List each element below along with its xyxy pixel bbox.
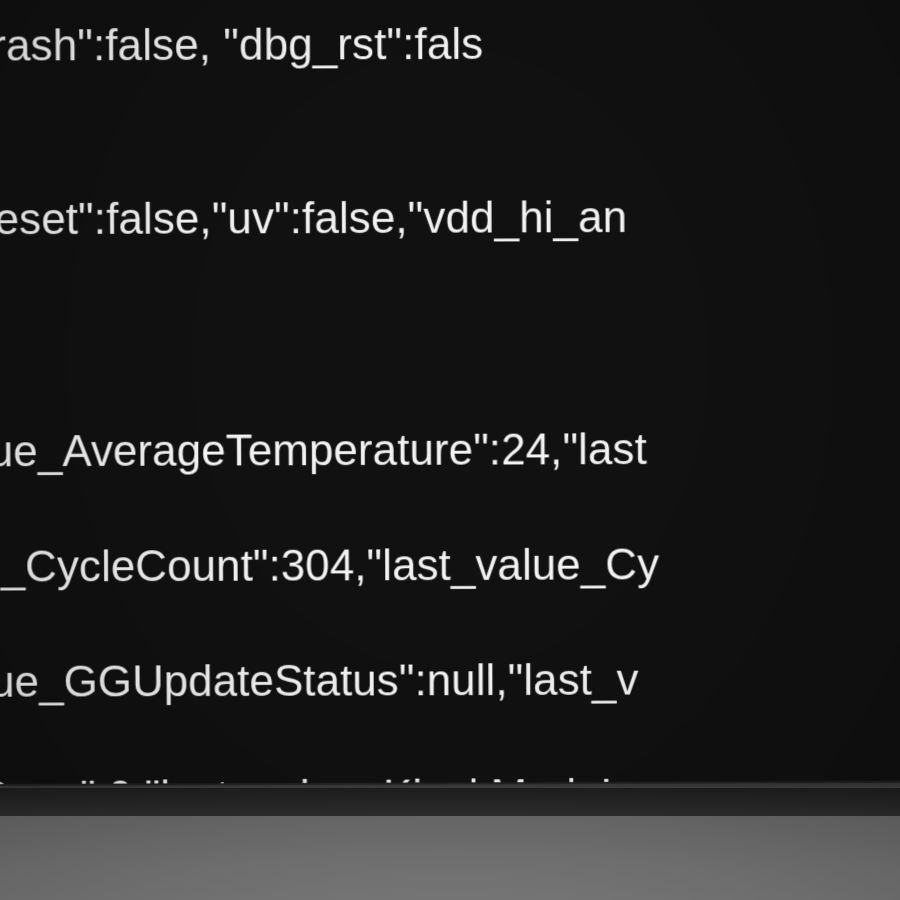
log-line: HighSocDays":0,"last_value_KioskModeL: [0, 765, 900, 786]
log-line: ast_value_CycleCount":304,"last_value_Cy: [0, 534, 900, 597]
desk-surface: [0, 816, 900, 900]
log-line: ,"last_value_GGUpdateStatus":null,"last_…: [0, 650, 900, 712]
log-text-block: .raise, "crash":false, "dbg_rst":fals se…: [0, 0, 900, 786]
log-line: ,"last_value_AverageTemperature":24,"las…: [0, 419, 900, 482]
photo-frame: .raise, "crash":false, "dbg_rst":fals se…: [0, 0, 900, 900]
screen-bezel: [0, 788, 900, 816]
log-line: .raise, "crash":false, "dbg_rst":fals: [0, 13, 900, 76]
log-line-blank: [0, 303, 900, 308]
log-line-blank: [0, 129, 900, 134]
log-line-blank: [0, 361, 900, 366]
log-line: se,"upc_reset":false,"uv":false,"vdd_hi_…: [0, 187, 900, 250]
log-screen: .raise, "crash":false, "dbg_rst":fals se…: [0, 0, 900, 786]
